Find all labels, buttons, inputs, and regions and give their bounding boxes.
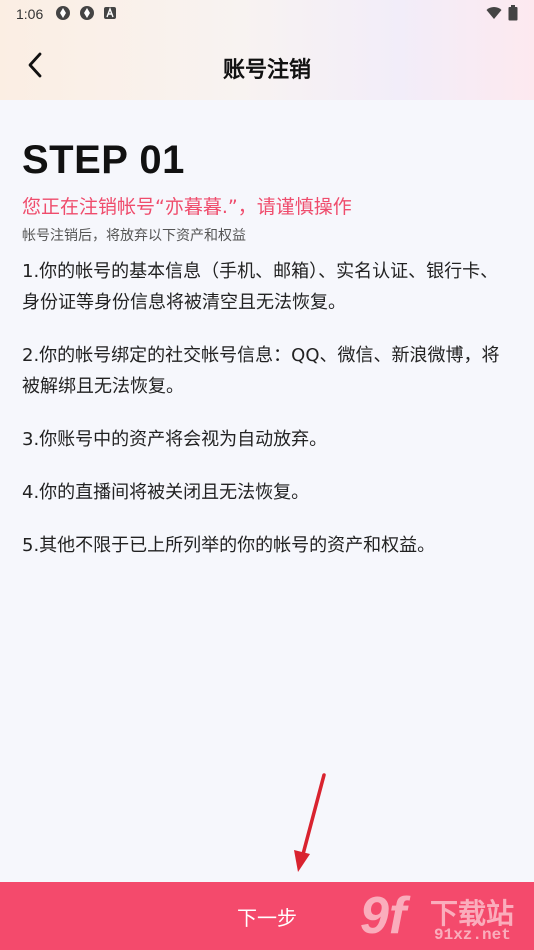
rights-list-item: 1.你的帐号的基本信息（手机、邮箱）、实名认证、银行卡、身份证等身份信息将被清空… bbox=[22, 261, 499, 313]
sync-icon bbox=[55, 5, 71, 24]
back-button[interactable] bbox=[18, 50, 52, 84]
wifi-icon bbox=[486, 6, 502, 23]
status-bar: 1:06 bbox=[0, 0, 534, 28]
watermark-logo: 9f bbox=[360, 887, 407, 945]
rights-list-item: 5.其他不限于已上所列举的你的帐号的资产和权益。 bbox=[22, 535, 436, 556]
next-step-label: 下一步 bbox=[237, 905, 297, 930]
battery-icon bbox=[508, 4, 518, 24]
rights-list-item: 2.你的帐号绑定的社交帐号信息：QQ、微信、新浪微博，将被解绑且无法恢复。 bbox=[22, 345, 500, 397]
chevron-left-icon bbox=[25, 51, 45, 83]
warning-text: 您正在注销帐号“亦暮暮.”，请谨慎操作 bbox=[22, 196, 352, 218]
font-a-icon bbox=[103, 6, 117, 23]
note-text: 帐号注销后，将放弃以下资产和权益 bbox=[22, 228, 246, 244]
annotation-arrow bbox=[294, 773, 326, 872]
sync-icon bbox=[79, 5, 95, 24]
watermark: 9f 下载站 91xz.net bbox=[360, 887, 530, 948]
status-time: 1:06 bbox=[16, 6, 44, 22]
page-title: 账号注销 bbox=[222, 58, 311, 83]
rights-list-item: 3.你账号中的资产将会视为自动放弃。 bbox=[22, 429, 328, 450]
watermark-url: 91xz.net bbox=[434, 926, 511, 944]
content-area: STEP 01 您正在注销帐号“亦暮暮.”，请谨慎操作 帐号注销后，将放弃以下资… bbox=[22, 136, 512, 561]
navigation-bar: 账号注销 bbox=[0, 38, 534, 98]
step-title: STEP 01 bbox=[22, 138, 185, 182]
rights-list-item: 4.你的直播间将被关闭且无法恢复。 bbox=[22, 482, 310, 503]
